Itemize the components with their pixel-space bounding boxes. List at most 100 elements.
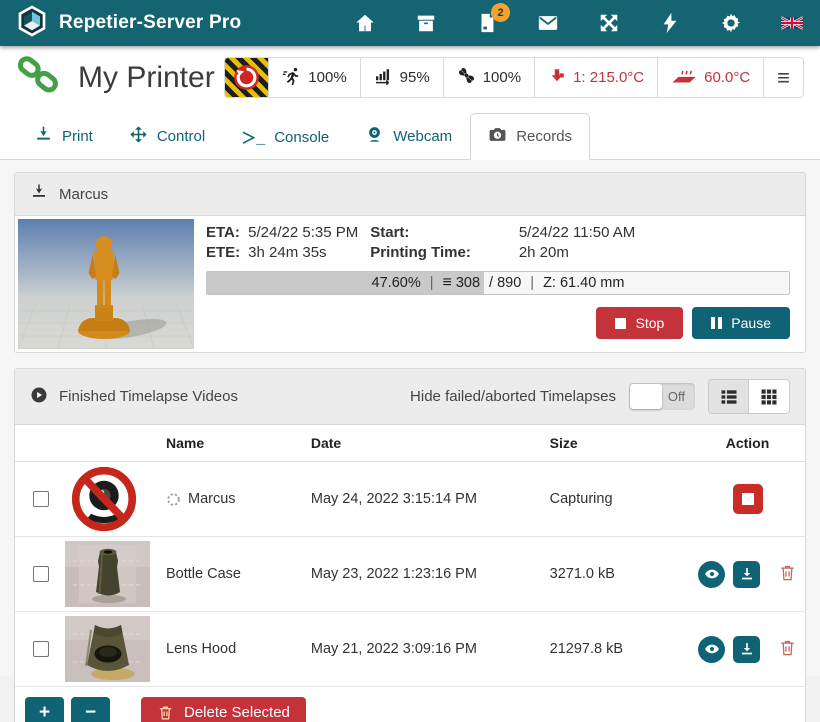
speed-icon xyxy=(282,66,301,89)
list-view-button[interactable] xyxy=(709,380,749,413)
column-name: Name xyxy=(158,425,303,462)
extruder-temp-status[interactable]: 1: 215.0°C xyxy=(534,58,657,97)
preview-video-button[interactable] xyxy=(698,636,725,663)
pause-button[interactable]: Pause xyxy=(692,307,790,339)
row-checkbox[interactable] xyxy=(33,491,49,507)
eye-icon xyxy=(704,641,720,657)
video-thumbnail[interactable] xyxy=(65,616,150,682)
download-icon xyxy=(739,566,755,582)
app-title: Repetier-Server Pro xyxy=(59,12,241,34)
video-name: Lens Hood xyxy=(166,641,236,657)
row-checkbox[interactable] xyxy=(33,641,49,657)
download-video-button[interactable] xyxy=(733,561,760,588)
trash-icon xyxy=(778,638,797,657)
stop-capture-button[interactable] xyxy=(733,484,763,514)
row-checkbox[interactable] xyxy=(33,566,49,582)
flow-value: 95% xyxy=(400,69,430,86)
deselect-all-button[interactable]: − xyxy=(71,697,110,722)
print-job-icon xyxy=(30,183,48,205)
job-card-header: Marcus xyxy=(15,173,805,216)
grid-view-button[interactable] xyxy=(749,380,789,413)
z-height: Z: 61.40 mm xyxy=(543,275,624,291)
brand[interactable]: Repetier-Server Pro xyxy=(16,5,241,42)
eta-value: 5/24/22 5:35 PM xyxy=(248,224,358,241)
stop-button[interactable]: Stop xyxy=(596,307,683,339)
printjobs-icon[interactable]: 2 xyxy=(475,11,499,35)
delete-video-button[interactable] xyxy=(778,638,797,660)
tab-webcam[interactable]: Webcam xyxy=(347,113,470,160)
start-value: 5/24/22 11:50 AM xyxy=(519,224,790,241)
grid-view-icon xyxy=(759,387,779,407)
emergency-stop-button[interactable] xyxy=(225,58,268,97)
download-video-button[interactable] xyxy=(733,636,760,663)
preview-video-button[interactable] xyxy=(698,561,725,588)
webcam-disabled-icon xyxy=(71,466,137,532)
toggle-state: Off xyxy=(668,383,685,410)
speed-status[interactable]: 100% xyxy=(268,58,359,97)
job-preview-image xyxy=(18,219,194,349)
flow-status[interactable]: 95% xyxy=(360,58,443,97)
repetier-logo-icon xyxy=(16,5,48,42)
layer-current: 308 xyxy=(456,275,480,291)
eye-icon xyxy=(704,566,720,582)
tab-console[interactable]: ＞_ Console xyxy=(223,115,347,160)
printing-time-value: 2h 20m xyxy=(519,244,790,261)
table-row: Lens Hood May 21, 2022 3:09:16 PM 21297.… xyxy=(15,612,805,687)
hide-failed-toggle[interactable]: Off xyxy=(629,383,695,410)
video-size: 3271.0 kB xyxy=(542,537,690,612)
job-stats: ETA: 5/24/22 5:35 PM Start: 5/24/22 11:5… xyxy=(206,224,790,261)
ete-value: 3h 24m 35s xyxy=(248,244,358,261)
select-all-button[interactable]: + xyxy=(25,697,64,722)
language-flag-icon[interactable] xyxy=(780,11,804,35)
video-name: Bottle Case xyxy=(166,566,241,582)
heated-bed-icon xyxy=(671,66,697,89)
archive-icon[interactable] xyxy=(414,11,438,35)
printer-header: My Printer 100% 95% 100% xyxy=(0,46,820,106)
webcam-tab-icon xyxy=(365,125,384,148)
toggle-knob xyxy=(630,384,662,409)
tab-records[interactable]: Records xyxy=(470,113,590,160)
timelapse-card: Finished Timelapse Videos Hide failed/ab… xyxy=(14,368,806,722)
capturing-spinner-icon xyxy=(166,492,181,507)
tab-print[interactable]: Print xyxy=(16,113,111,160)
delete-selected-button[interactable]: Delete Selected xyxy=(141,697,306,722)
layer-total: / 890 xyxy=(489,275,521,291)
power-icon[interactable] xyxy=(658,11,682,35)
video-thumbnail[interactable] xyxy=(65,541,150,607)
layers-icon: ≡ xyxy=(443,274,452,292)
control-tab-icon xyxy=(129,125,148,148)
fullscreen-icon[interactable] xyxy=(597,11,621,35)
messages-icon[interactable] xyxy=(536,11,560,35)
printer-status-bar: 100% 95% 100% 1: 215.0°C 60.0°C xyxy=(224,57,804,98)
table-row: Bottle Case May 23, 2022 1:23:16 PM 3271… xyxy=(15,537,805,612)
progress-percent: 47.60% xyxy=(372,275,421,291)
pause-icon xyxy=(711,317,722,329)
print-progress-bar: 47.60% | ≡ 308 / 890 | Z: 61.40 mm xyxy=(206,271,790,295)
speed-value: 100% xyxy=(308,69,346,86)
delete-video-button[interactable] xyxy=(778,563,797,585)
timelapse-title: Finished Timelapse Videos xyxy=(59,388,238,405)
column-date: Date xyxy=(303,425,542,462)
timelapse-table: Name Date Size Action xyxy=(15,425,805,687)
hamburger-icon: ≡ xyxy=(777,67,790,89)
video-size: Capturing xyxy=(542,462,690,537)
bed-temp-status[interactable]: 60.0°C xyxy=(657,58,763,97)
column-size: Size xyxy=(542,425,690,462)
timelapse-footer: + − Delete Selected xyxy=(15,687,805,722)
print-tab-icon xyxy=(34,125,53,148)
tab-control[interactable]: Control xyxy=(111,113,223,160)
printer-name-title: My Printer xyxy=(78,61,215,95)
fan-status[interactable]: 100% xyxy=(443,58,534,97)
fan-value: 100% xyxy=(483,69,521,86)
extruder-temp-value: 1: 215.0°C xyxy=(573,69,644,86)
video-date: May 23, 2022 1:23:16 PM xyxy=(303,537,542,612)
settings-icon[interactable] xyxy=(719,11,743,35)
fan-icon xyxy=(457,66,476,89)
home-icon[interactable] xyxy=(353,11,377,35)
printer-menu-button[interactable]: ≡ xyxy=(763,58,803,97)
table-row: Marcus May 24, 2022 3:15:14 PM Capturing xyxy=(15,462,805,537)
job-name: Marcus xyxy=(59,186,108,203)
printjobs-badge: 2 xyxy=(491,3,510,22)
connection-link-icon[interactable] xyxy=(16,55,60,100)
flow-icon xyxy=(374,66,393,89)
